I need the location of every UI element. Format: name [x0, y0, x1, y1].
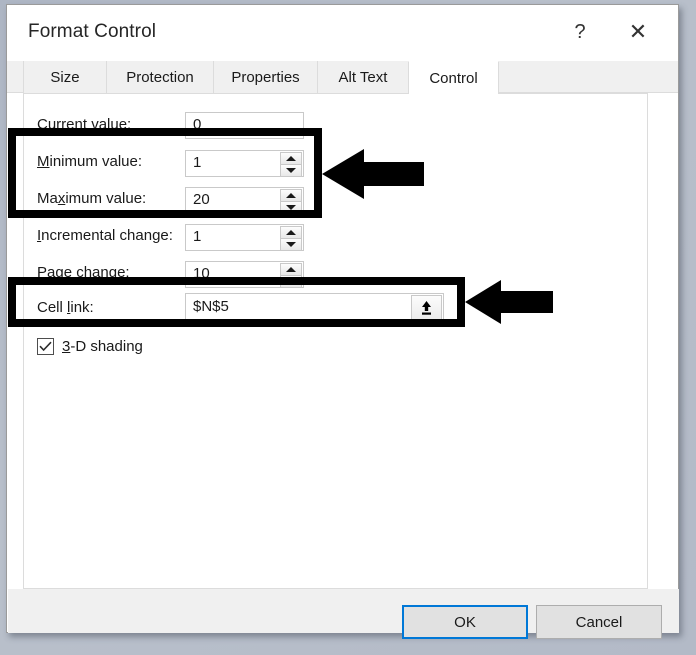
incremental-change-stepper-down[interactable] — [281, 239, 301, 250]
dialog-title: Format Control — [28, 21, 157, 42]
page-change-label: Page change: — [37, 264, 130, 281]
maximum-value-text: 20 — [193, 191, 210, 208]
range-picker-up-arrow-icon[interactable] — [411, 295, 442, 322]
cancel-button[interactable]: Cancel — [536, 605, 662, 639]
3d-shading-label: 3-D shading — [62, 338, 143, 355]
chevron-down-icon — [286, 242, 296, 247]
tab-protection[interactable]: Protection — [106, 61, 214, 93]
page-change-stepper-up[interactable] — [281, 264, 301, 276]
current-value-text: 0 — [193, 116, 202, 133]
tab-size[interactable]: Size — [23, 61, 107, 93]
format-control-dialog: Format Control ? ✕ Size Protection Prope… — [6, 4, 679, 639]
current-value-input[interactable]: 0 — [185, 112, 304, 139]
dialog-titlebar: Format Control ? ✕ — [7, 5, 678, 61]
incremental-change-stepper[interactable] — [280, 226, 302, 251]
close-icon[interactable]: ✕ — [618, 15, 658, 49]
minimum-value-text: 1 — [193, 154, 202, 171]
minimum-value-input[interactable]: 1 — [185, 150, 304, 177]
maximum-value-stepper[interactable] — [280, 189, 302, 214]
chevron-up-icon — [286, 267, 296, 272]
chevron-down-icon — [286, 279, 296, 284]
minimum-value-stepper-down[interactable] — [281, 165, 301, 176]
minimum-value-stepper-up[interactable] — [281, 153, 301, 165]
page-change-text: 10 — [193, 265, 210, 282]
page-change-input[interactable]: 10 — [185, 261, 304, 288]
current-value-label: Current value: — [37, 116, 132, 133]
chevron-up-icon — [286, 193, 296, 198]
incremental-change-label: Incremental change: — [37, 227, 173, 244]
chevron-up-icon — [286, 230, 296, 235]
minimum-value-stepper[interactable] — [280, 152, 302, 177]
page-change-stepper-down[interactable] — [281, 276, 301, 287]
cell-link-label: Cell link: — [37, 299, 94, 316]
page-change-stepper[interactable] — [280, 263, 302, 288]
chevron-down-icon — [286, 168, 296, 173]
maximum-value-stepper-down[interactable] — [281, 202, 301, 213]
incremental-change-text: 1 — [193, 228, 202, 245]
chevron-down-icon — [286, 205, 296, 210]
3d-shading-checkbox[interactable]: 3-D shading — [37, 338, 143, 355]
maximum-value-label: Maximum value: — [37, 190, 147, 207]
minimum-value-label: Minimum value: — [37, 153, 143, 170]
cell-link-text: $N$5 — [193, 298, 229, 315]
tab-control[interactable]: Control — [408, 61, 499, 94]
dialog-footer: OK Cancel — [8, 589, 679, 639]
help-icon[interactable]: ? — [560, 15, 600, 49]
incremental-change-input[interactable]: 1 — [185, 224, 304, 251]
incremental-change-stepper-up[interactable] — [281, 227, 301, 239]
tab-alt-text[interactable]: Alt Text — [317, 61, 409, 93]
maximum-value-input[interactable]: 20 — [185, 187, 304, 214]
maximum-value-stepper-up[interactable] — [281, 190, 301, 202]
ok-button[interactable]: OK — [402, 605, 528, 639]
tab-properties[interactable]: Properties — [213, 61, 318, 93]
tab-strip: Size Protection Properties Alt Text Cont… — [7, 61, 678, 94]
checkmark-icon[interactable] — [37, 338, 54, 355]
chevron-up-icon — [286, 156, 296, 161]
cell-link-input[interactable]: $N$5 — [185, 293, 444, 322]
